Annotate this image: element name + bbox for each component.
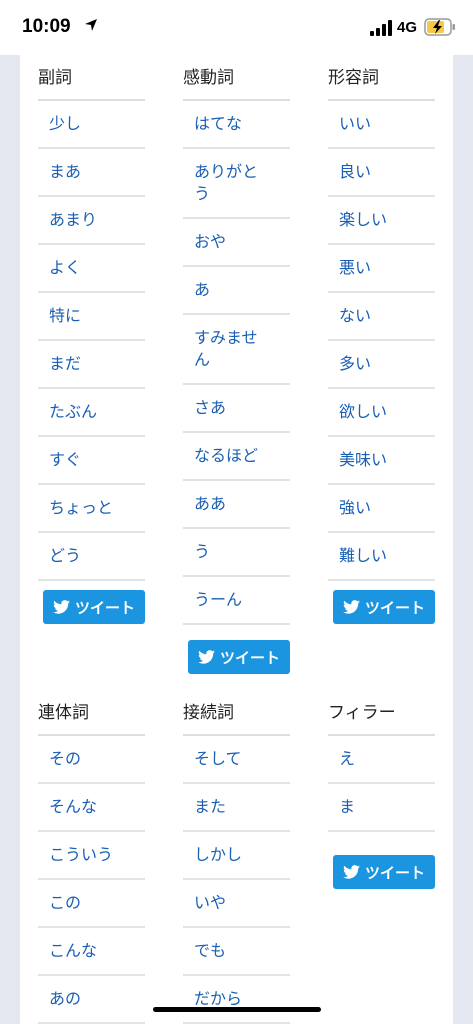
location-arrow-icon bbox=[85, 19, 97, 31]
battery-charging-icon bbox=[424, 18, 455, 36]
tweet-label: ツイート bbox=[74, 598, 135, 617]
word-link[interactable]: 難しい bbox=[328, 533, 435, 581]
word-link[interactable]: まだ bbox=[38, 341, 145, 389]
word-link[interactable]: ああ bbox=[183, 481, 290, 529]
tweet-label: ツイート bbox=[364, 863, 425, 882]
word-link[interactable]: え bbox=[328, 736, 435, 784]
twitter-bird-icon bbox=[53, 600, 70, 614]
column-title-interjections: 感動詞 bbox=[183, 55, 290, 101]
tweet-button-adjectives[interactable]: ツイート bbox=[333, 590, 435, 624]
word-link[interactable]: 良い bbox=[328, 149, 435, 197]
word-link[interactable]: たぶん bbox=[38, 389, 145, 437]
word-list-card: 副詞 少し まあ あまり よく 特に まだ たぶん すぐ ちょっと どう 感動詞 はてな ありがとう おやあ… bbox=[20, 55, 453, 1024]
word-link[interactable]: ない bbox=[328, 293, 435, 341]
word-link[interactable]: あ bbox=[183, 267, 290, 315]
word-column-fillers: フィラーえま bbox=[328, 690, 435, 832]
word-link[interactable]: すみません bbox=[183, 315, 290, 385]
word-link[interactable]: ちょっと bbox=[38, 485, 145, 533]
word-link[interactable]: 美味い bbox=[328, 437, 435, 485]
column-title-fillers: フィラー bbox=[328, 690, 435, 736]
word-link[interactable]: こんな bbox=[38, 928, 145, 976]
word-link[interactable]: すぐ bbox=[38, 437, 145, 485]
network-type: 4G bbox=[397, 19, 418, 36]
word-link[interactable]: また bbox=[183, 784, 290, 832]
word-link[interactable]: そんな bbox=[38, 784, 145, 832]
word-link[interactable]: いい bbox=[328, 101, 435, 149]
word-link[interactable]: 悪い bbox=[328, 245, 435, 293]
word-link[interactable]: 特に bbox=[38, 293, 145, 341]
status-bar: 10:09 4G bbox=[0, 0, 473, 55]
word-link[interactable]: ま bbox=[328, 784, 435, 832]
word-link[interactable]: ありがとう bbox=[183, 149, 290, 219]
word-link[interactable]: まあ bbox=[38, 149, 145, 197]
cellular-signal-icon bbox=[370, 20, 392, 36]
word-link[interactable]: おや bbox=[183, 219, 290, 267]
word-column-conjunctions: 接続詞 そして また しかし いや でも だから bbox=[183, 690, 290, 1024]
word-link[interactable]: その bbox=[38, 736, 145, 784]
home-indicator bbox=[153, 1007, 321, 1012]
word-column-prenominals: 連体詞 その そんな こういう この こんな あの bbox=[38, 690, 145, 1024]
word-column-interjections: 感動詞 はてな ありがとう おやあすみません さあ なるほど ああううーん bbox=[183, 55, 290, 625]
word-link[interactable]: なるほど bbox=[183, 433, 290, 481]
tweet-label: ツイート bbox=[219, 648, 280, 667]
word-link[interactable]: 強い bbox=[328, 485, 435, 533]
word-link[interactable]: う bbox=[183, 529, 290, 577]
word-link[interactable]: こういう bbox=[38, 832, 145, 880]
word-link[interactable]: どう bbox=[38, 533, 145, 581]
tweet-button-interjections[interactable]: ツイート bbox=[188, 640, 290, 674]
word-link[interactable]: いや bbox=[183, 880, 290, 928]
word-link[interactable]: はてな bbox=[183, 101, 290, 149]
word-link[interactable]: しかし bbox=[183, 832, 290, 880]
word-link[interactable]: あまり bbox=[38, 197, 145, 245]
word-link[interactable]: でも bbox=[183, 928, 290, 976]
word-link[interactable]: 多い bbox=[328, 341, 435, 389]
word-link[interactable]: さあ bbox=[183, 385, 290, 433]
word-link[interactable]: 欲しい bbox=[328, 389, 435, 437]
word-link[interactable]: 楽しい bbox=[328, 197, 435, 245]
word-link[interactable]: だから bbox=[183, 976, 290, 1024]
word-link[interactable]: そして bbox=[183, 736, 290, 784]
twitter-bird-icon bbox=[343, 865, 360, 879]
column-title-prenominals: 連体詞 bbox=[38, 690, 145, 736]
word-link[interactable]: うーん bbox=[183, 577, 290, 625]
word-link[interactable]: この bbox=[38, 880, 145, 928]
tweet-button-fillers[interactable]: ツイート bbox=[333, 855, 435, 889]
column-title-adjectives: 形容詞 bbox=[328, 55, 435, 101]
column-title-conjunctions: 接続詞 bbox=[183, 690, 290, 736]
word-link[interactable]: あの bbox=[38, 976, 145, 1024]
word-column-adjectives: 形容詞 いい 良い 楽しい 悪い ない 多い 欲しい 美味い 強い 難しい bbox=[328, 55, 435, 581]
word-column-adverbs: 副詞 少し まあ あまり よく 特に まだ たぶん すぐ ちょっと どう bbox=[38, 55, 145, 581]
status-time: 10:09 bbox=[22, 16, 71, 37]
column-title-adverbs: 副詞 bbox=[38, 55, 145, 101]
tweet-button-adverbs[interactable]: ツイート bbox=[43, 590, 145, 624]
twitter-bird-icon bbox=[198, 650, 215, 664]
word-link[interactable]: 少し bbox=[38, 101, 145, 149]
tweet-label: ツイート bbox=[364, 598, 425, 617]
word-link[interactable]: よく bbox=[38, 245, 145, 293]
twitter-bird-icon bbox=[343, 600, 360, 614]
